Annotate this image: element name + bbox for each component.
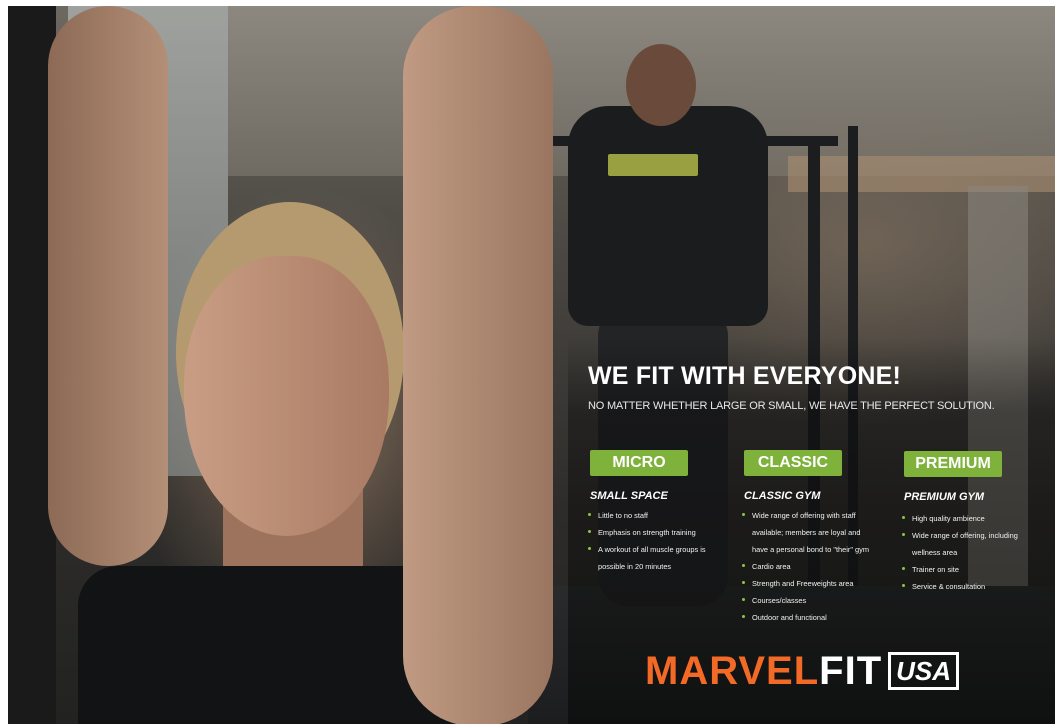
list-classic: Wide range of offering with staff availa… xyxy=(742,507,882,626)
list-item: Trainer on site xyxy=(902,561,1042,578)
title-classic-gym: CLASSIC GYM xyxy=(744,490,821,502)
list-item: Wide range of offering, including xyxy=(902,527,1042,544)
title-small-space: SMALL SPACE xyxy=(590,490,668,502)
list-item: Service & consultation xyxy=(902,578,1042,595)
list-item: possible in 20 minutes xyxy=(598,562,672,571)
athlete-shirt-logo xyxy=(608,154,698,176)
badge-classic: CLASSIC xyxy=(744,450,842,476)
list-item: Cardio area xyxy=(742,558,882,575)
list-item: Outdoor and functional xyxy=(742,609,882,626)
bullet-icon xyxy=(588,513,591,516)
list-item: Emphasis on strength training xyxy=(588,524,728,541)
list-item: High quality ambience xyxy=(902,510,1042,527)
bullet-icon xyxy=(902,567,905,570)
list-item: Little to no staff xyxy=(588,507,728,524)
list-premium: High quality ambience Wide range of offe… xyxy=(902,510,1042,595)
list-item: A workout of all muscle groups is xyxy=(588,541,728,558)
list-item: Wide range of offering with staff xyxy=(742,507,882,524)
list-item: have a personal bond to "their" gym xyxy=(752,545,869,554)
bullet-icon xyxy=(742,615,745,618)
woman-face xyxy=(184,256,389,536)
logo-usa: USA xyxy=(888,652,960,690)
logo-marvel: MARVEL xyxy=(645,649,820,693)
list-micro: Little to no staff Emphasis on strength … xyxy=(588,507,728,575)
bullet-icon xyxy=(902,584,905,587)
list-item: Strength and Freeweights area xyxy=(742,575,882,592)
marvelfit-usa-logo: MARVEL FIT USA xyxy=(645,648,960,694)
woman-right-arm xyxy=(403,6,553,724)
badge-micro: MICRO xyxy=(590,450,688,476)
bullet-icon xyxy=(902,533,905,536)
bullet-icon xyxy=(588,547,591,550)
athlete-torso xyxy=(568,106,768,326)
headline: WE FIT WITH EVERYONE! xyxy=(588,362,901,390)
list-item: Courses/classes xyxy=(742,592,882,609)
bullet-icon xyxy=(742,581,745,584)
subheadline: NO MATTER WHETHER LARGE OR SMALL, WE HAV… xyxy=(588,400,995,412)
woman-left-arm xyxy=(48,6,168,566)
bullet-icon xyxy=(588,530,591,533)
bullet-icon xyxy=(742,598,745,601)
athlete-head xyxy=(626,44,696,126)
bullet-icon xyxy=(742,513,745,516)
list-item: available; members are loyal and xyxy=(752,528,861,537)
bullet-icon xyxy=(902,516,905,519)
bullet-icon xyxy=(742,564,745,567)
title-premium-gym: PREMIUM GYM xyxy=(904,491,985,503)
badge-premium: PREMIUM xyxy=(904,451,1002,477)
logo-fit: FIT xyxy=(819,649,883,693)
list-item: wellness area xyxy=(912,548,958,557)
